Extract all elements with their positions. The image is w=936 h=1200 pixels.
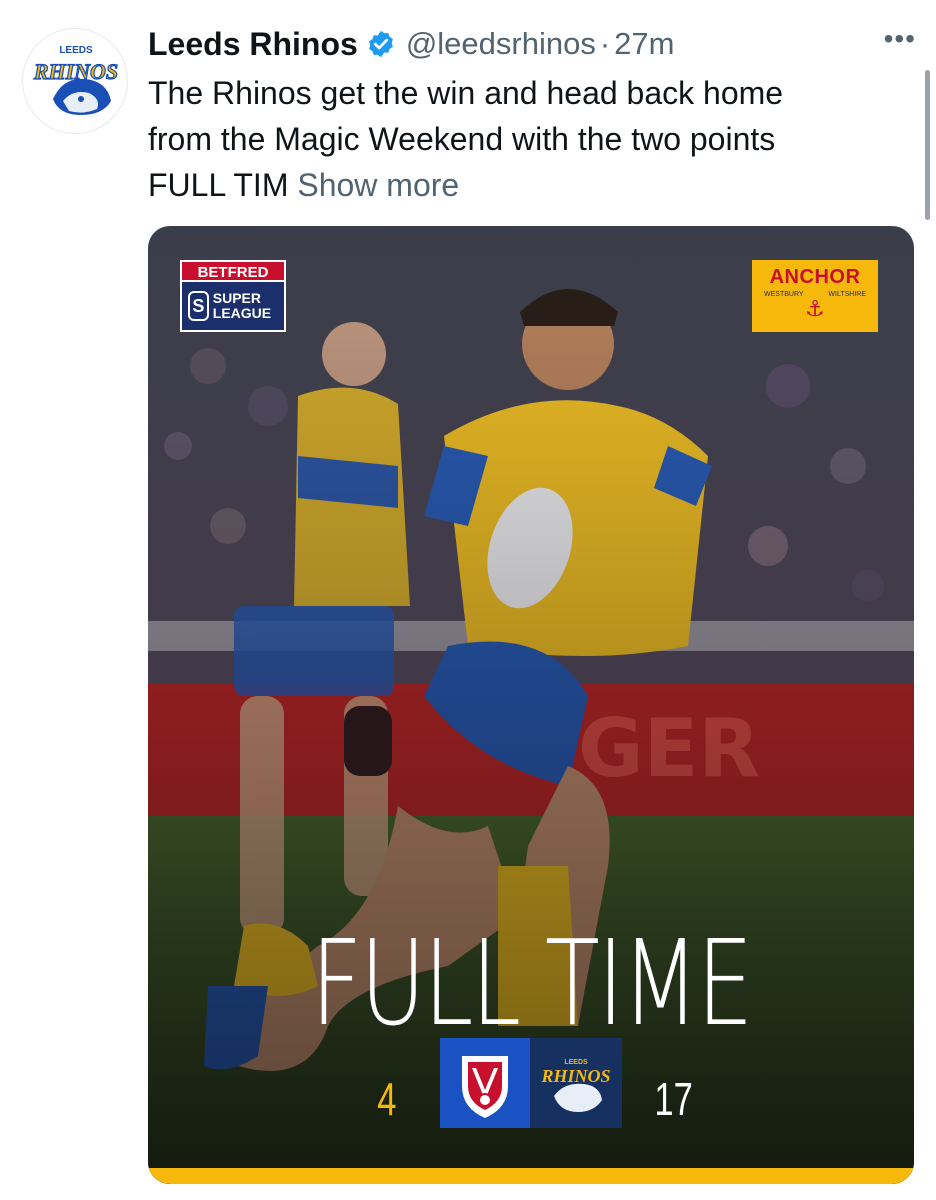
anchor-sub-left: WESTBURY bbox=[764, 291, 804, 298]
betfred-label: BETFRED bbox=[180, 260, 286, 282]
full-time-headline: FULL TIME bbox=[310, 914, 754, 1052]
verified-badge-icon bbox=[368, 30, 393, 58]
show-more-link[interactable]: Show more bbox=[297, 167, 459, 203]
avatar[interactable]: LEEDS RHINOS bbox=[22, 28, 128, 134]
away-score: 17 bbox=[654, 1073, 693, 1125]
timestamp[interactable]: 27m bbox=[614, 26, 674, 62]
separator: · bbox=[599, 26, 611, 61]
st-helens-badge bbox=[440, 1038, 530, 1128]
tweet-text-line: The Rhinos get the win and head back hom… bbox=[148, 75, 784, 111]
scrollbar[interactable] bbox=[925, 70, 930, 220]
home-score: 4 bbox=[377, 1073, 397, 1125]
leeds-rhinos-badge: LEEDS RHINOS bbox=[530, 1038, 622, 1128]
tweet-text: The Rhinos get the win and head back hom… bbox=[148, 70, 908, 208]
anchor-sub-right: WILTSHIRE bbox=[828, 291, 866, 298]
logo-top-text: LEEDS bbox=[59, 45, 93, 56]
tweet-text-line-3: from the Magic Weekend with the two poin… bbox=[148, 121, 776, 157]
media-bottom-bar bbox=[148, 1168, 914, 1184]
anchor-label: ANCHOR bbox=[769, 266, 861, 288]
anchor-sponsor-logo: ANCHOR WESTBURY WILTSHIRE ⚓ bbox=[752, 260, 878, 332]
st-helens-crest-icon bbox=[462, 1056, 508, 1118]
tweet-text-line: FULL TIM Show more bbox=[148, 162, 908, 208]
logo-main-text: RHINOS bbox=[33, 59, 118, 84]
badge-top-text: LEEDS bbox=[564, 1059, 588, 1066]
tweet-header: Leeds Rhinos @leedsrhinos · 27m bbox=[148, 22, 916, 66]
betfred-super-league-logo: BETFRED S SUPER LEAGUE bbox=[180, 260, 286, 332]
leeds-rhinos-logo: LEEDS RHINOS bbox=[32, 43, 120, 115]
tweet-media-image[interactable]: GER BETFRED S bbox=[148, 226, 914, 1184]
badge-main-text: RHINOS bbox=[540, 1066, 610, 1086]
super-league-label: SUPER LEAGUE bbox=[212, 290, 272, 321]
leeds-rhinos-crest-icon: LEEDS RHINOS bbox=[540, 1059, 611, 1112]
more-icon[interactable]: ••• bbox=[884, 24, 916, 54]
anchor-icon: ⚓ bbox=[805, 296, 825, 321]
tweet-text-line: from the Magic Weekend with the two poin… bbox=[148, 116, 908, 162]
display-name[interactable]: Leeds Rhinos bbox=[148, 26, 358, 63]
tweet-text-truncated: FULL TIM bbox=[148, 167, 289, 203]
handle[interactable]: @leedsrhinos bbox=[406, 26, 596, 62]
super-league-icon: S bbox=[188, 291, 209, 321]
